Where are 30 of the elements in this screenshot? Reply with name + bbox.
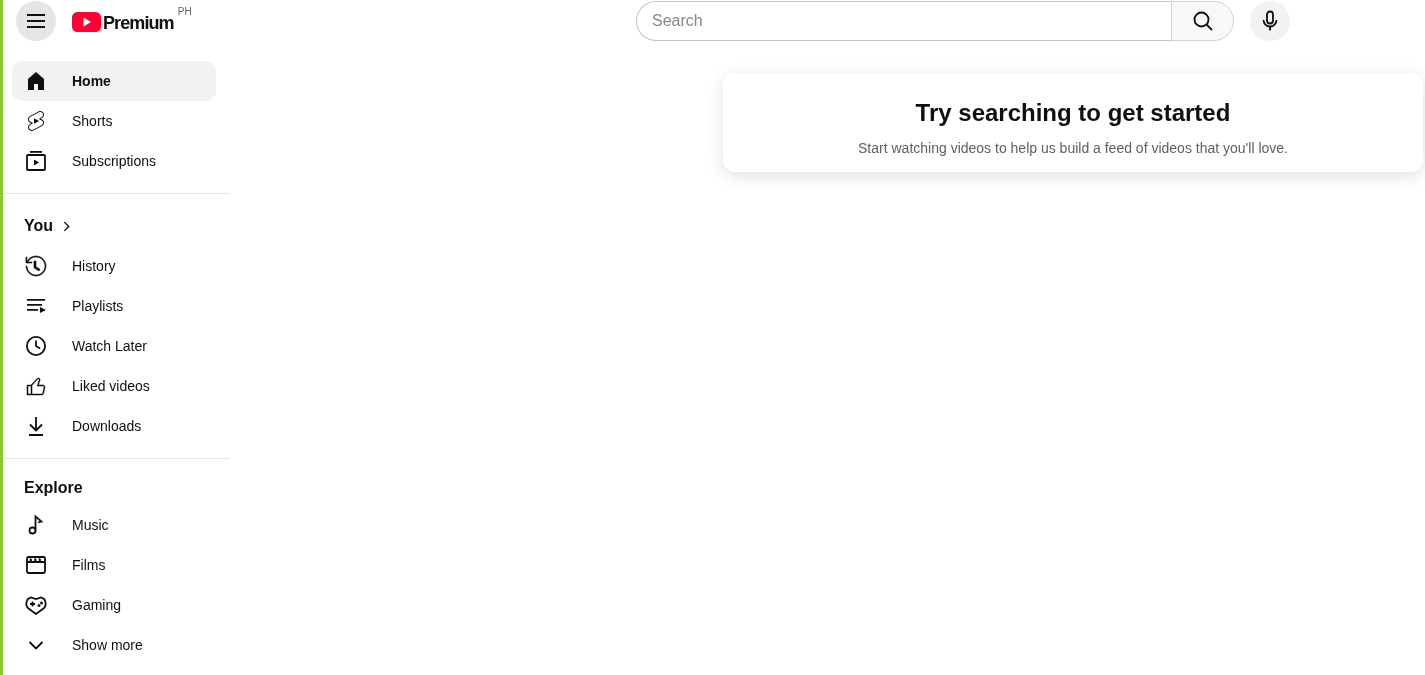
sidebar-item[interactable]: Subscriptions (12, 141, 216, 181)
clapperboard-icon (24, 553, 48, 577)
sidebar-item[interactable]: Liked videos (12, 366, 216, 406)
country-code: PH (177, 6, 192, 18)
prompt-title: Try searching to get started (915, 98, 1231, 128)
history-icon (24, 254, 48, 278)
section-heading-link[interactable]: You (12, 206, 83, 246)
subscriptions-icon (24, 149, 48, 173)
sidebar-item[interactable]: Shorts (12, 101, 216, 141)
sidebar-item[interactable]: Show more (12, 625, 216, 665)
sidebar-item[interactable]: Films (12, 545, 216, 585)
search-field[interactable]: Search (636, 1, 1171, 41)
menu-button[interactable] (16, 1, 56, 41)
sidebar-item[interactable]: Watch Later (12, 326, 216, 366)
sidebar-item[interactable]: History (12, 246, 216, 286)
sidebar-item[interactable]: Downloads (12, 406, 216, 446)
section-heading: Explore (23, 478, 84, 498)
search-button[interactable] (1171, 1, 1234, 41)
clock-icon (24, 334, 48, 358)
play-logo-icon (72, 12, 101, 32)
logo-wordmark: Premium (103, 12, 174, 35)
sidebar-item[interactable]: Gaming (12, 585, 216, 625)
sidebar-item[interactable]: Music (12, 505, 216, 545)
prompt-message: Start watching videos to help us build a feed of videos that you'll love. (858, 139, 1288, 158)
sidebar-item[interactable]: Playlists (12, 286, 216, 326)
chevron-right-icon (63, 220, 71, 232)
thumbs-up-icon (24, 374, 48, 398)
logo-link[interactable]: Premium PH (72, 5, 192, 35)
sidebar-item[interactable]: Home (12, 61, 216, 101)
voice-search-button[interactable] (1250, 1, 1290, 41)
